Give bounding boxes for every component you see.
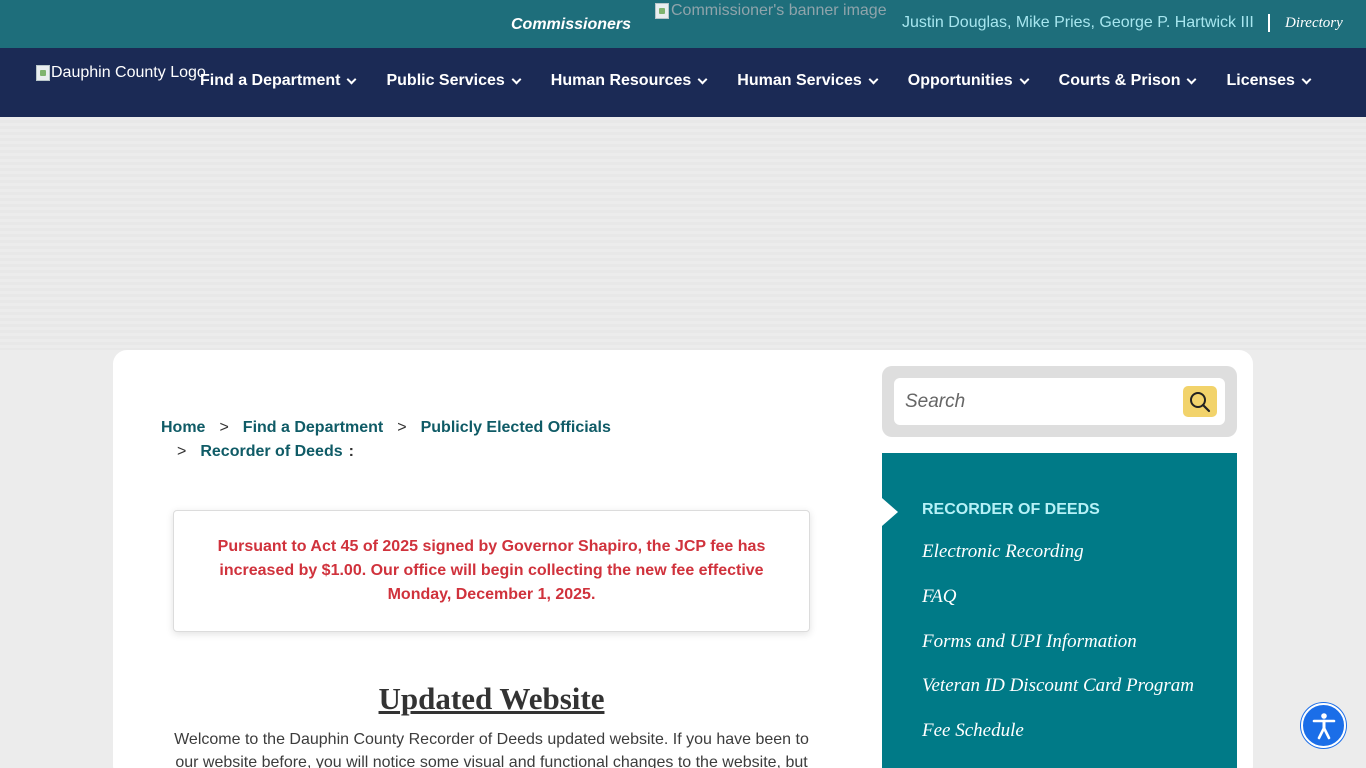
breadcrumb-find-a-department[interactable]: Find a Department <box>243 419 383 436</box>
chevron-down-icon <box>1019 74 1030 84</box>
commissioners-bar: Commissioners Commissioner's banner imag… <box>0 0 1366 48</box>
nav-item-opportunities[interactable]: Opportunities <box>907 72 1030 90</box>
accessibility-icon <box>1312 713 1336 740</box>
broken-image-icon <box>655 3 669 19</box>
breadcrumb-recorder-of-deeds[interactable]: Recorder of Deeds <box>200 443 342 460</box>
divider <box>1268 14 1270 32</box>
chevron-down-icon <box>1187 74 1197 84</box>
nav-item-label: Find a Department <box>200 72 341 89</box>
broken-image-icon <box>36 65 50 81</box>
search-icon <box>1190 392 1211 413</box>
county-logo[interactable]: Dauphin County Logo <box>36 64 206 82</box>
commissioners-label: Commissioners <box>511 16 632 33</box>
sidebar-link-electronic-recording[interactable]: Electronic Recording <box>922 541 1084 563</box>
sidebar-heading[interactable]: RECORDER OF DEEDS <box>922 501 1100 519</box>
nav-item-label: Human Resources <box>550 72 692 89</box>
directory-link[interactable]: Directory <box>1285 15 1343 32</box>
breadcrumb-separator: > <box>397 419 407 436</box>
sidebar-link-faq[interactable]: FAQ <box>922 586 956 608</box>
nav-menu: Find a Department Public Services Human … <box>200 72 1312 90</box>
nav-item-human-resources[interactable]: Human Resources <box>550 72 708 90</box>
chevron-down-icon <box>347 74 357 84</box>
accessibility-button[interactable] <box>1301 703 1346 748</box>
breadcrumb-separator: > <box>219 419 229 436</box>
nav-item-human-services[interactable]: Human Services <box>737 72 879 90</box>
search-button[interactable] <box>1183 386 1217 417</box>
notice-text: Pursuant to Act 45 of 2025 signed by Gov… <box>217 538 766 603</box>
chevron-down-icon <box>868 74 879 84</box>
sidebar-link-forms-upi[interactable]: Forms and UPI Information <box>922 631 1137 653</box>
nav-item-public-services[interactable]: Public Services <box>386 72 522 90</box>
welcome-text: Welcome to the Dauphin County Recorder o… <box>174 731 809 768</box>
breadcrumb-trailing: : <box>348 443 354 460</box>
sidebar-link-fee-schedule[interactable]: Fee Schedule <box>922 720 1024 742</box>
fee-notice: Pursuant to Act 45 of 2025 signed by Gov… <box>173 510 810 632</box>
logo-alt-text: Dauphin County Logo <box>51 64 206 81</box>
active-marker-icon <box>882 498 898 526</box>
chevron-down-icon <box>1301 74 1312 84</box>
hero-banner <box>0 117 1366 350</box>
breadcrumb-line: > Recorder of Deeds: <box>161 440 681 464</box>
nav-item-courts-prison[interactable]: Courts & Prison <box>1058 72 1197 90</box>
nav-item-licenses[interactable]: Licenses <box>1226 72 1312 90</box>
breadcrumb: Home > Find a Department > Publicly Elected … <box>161 416 681 464</box>
nav-item-find-a-department[interactable]: Find a Department <box>200 72 357 90</box>
breadcrumb-home[interactable]: Home <box>161 419 205 436</box>
breadcrumb-publicly-elected-officials[interactable]: Publicly Elected Officials <box>421 419 611 436</box>
breadcrumb-line: Home > Find a Department > Publicly Elected … <box>161 416 681 440</box>
nav-item-label: Courts & Prison <box>1058 72 1181 89</box>
search-field-wrapper <box>894 378 1225 425</box>
banner-alt-text: Commissioner's banner image <box>671 2 887 19</box>
search-input[interactable] <box>894 378 1174 425</box>
sidebar-nav: RECORDER OF DEEDS Electronic Recording F… <box>882 453 1237 768</box>
commissioners-banner-image: Commissioner's banner image <box>655 2 887 20</box>
commissioner-names-link[interactable]: Justin Douglas, Mike Pries, George P. Ha… <box>902 14 1254 32</box>
nav-item-label: Licenses <box>1226 72 1295 89</box>
chevron-down-icon <box>697 74 708 84</box>
nav-item-label: Opportunities <box>907 72 1013 89</box>
breadcrumb-separator: > <box>177 443 187 460</box>
sidebar-link-veteran-id[interactable]: Veteran ID Discount Card Program <box>922 675 1194 697</box>
nav-item-label: Human Services <box>737 72 862 89</box>
main-nav: Dauphin County Logo Find a Department Pu… <box>0 48 1366 117</box>
nav-item-label: Public Services <box>386 72 505 89</box>
page-title: Updated Website <box>378 681 605 716</box>
chevron-down-icon <box>511 74 522 84</box>
search-box <box>882 366 1237 437</box>
